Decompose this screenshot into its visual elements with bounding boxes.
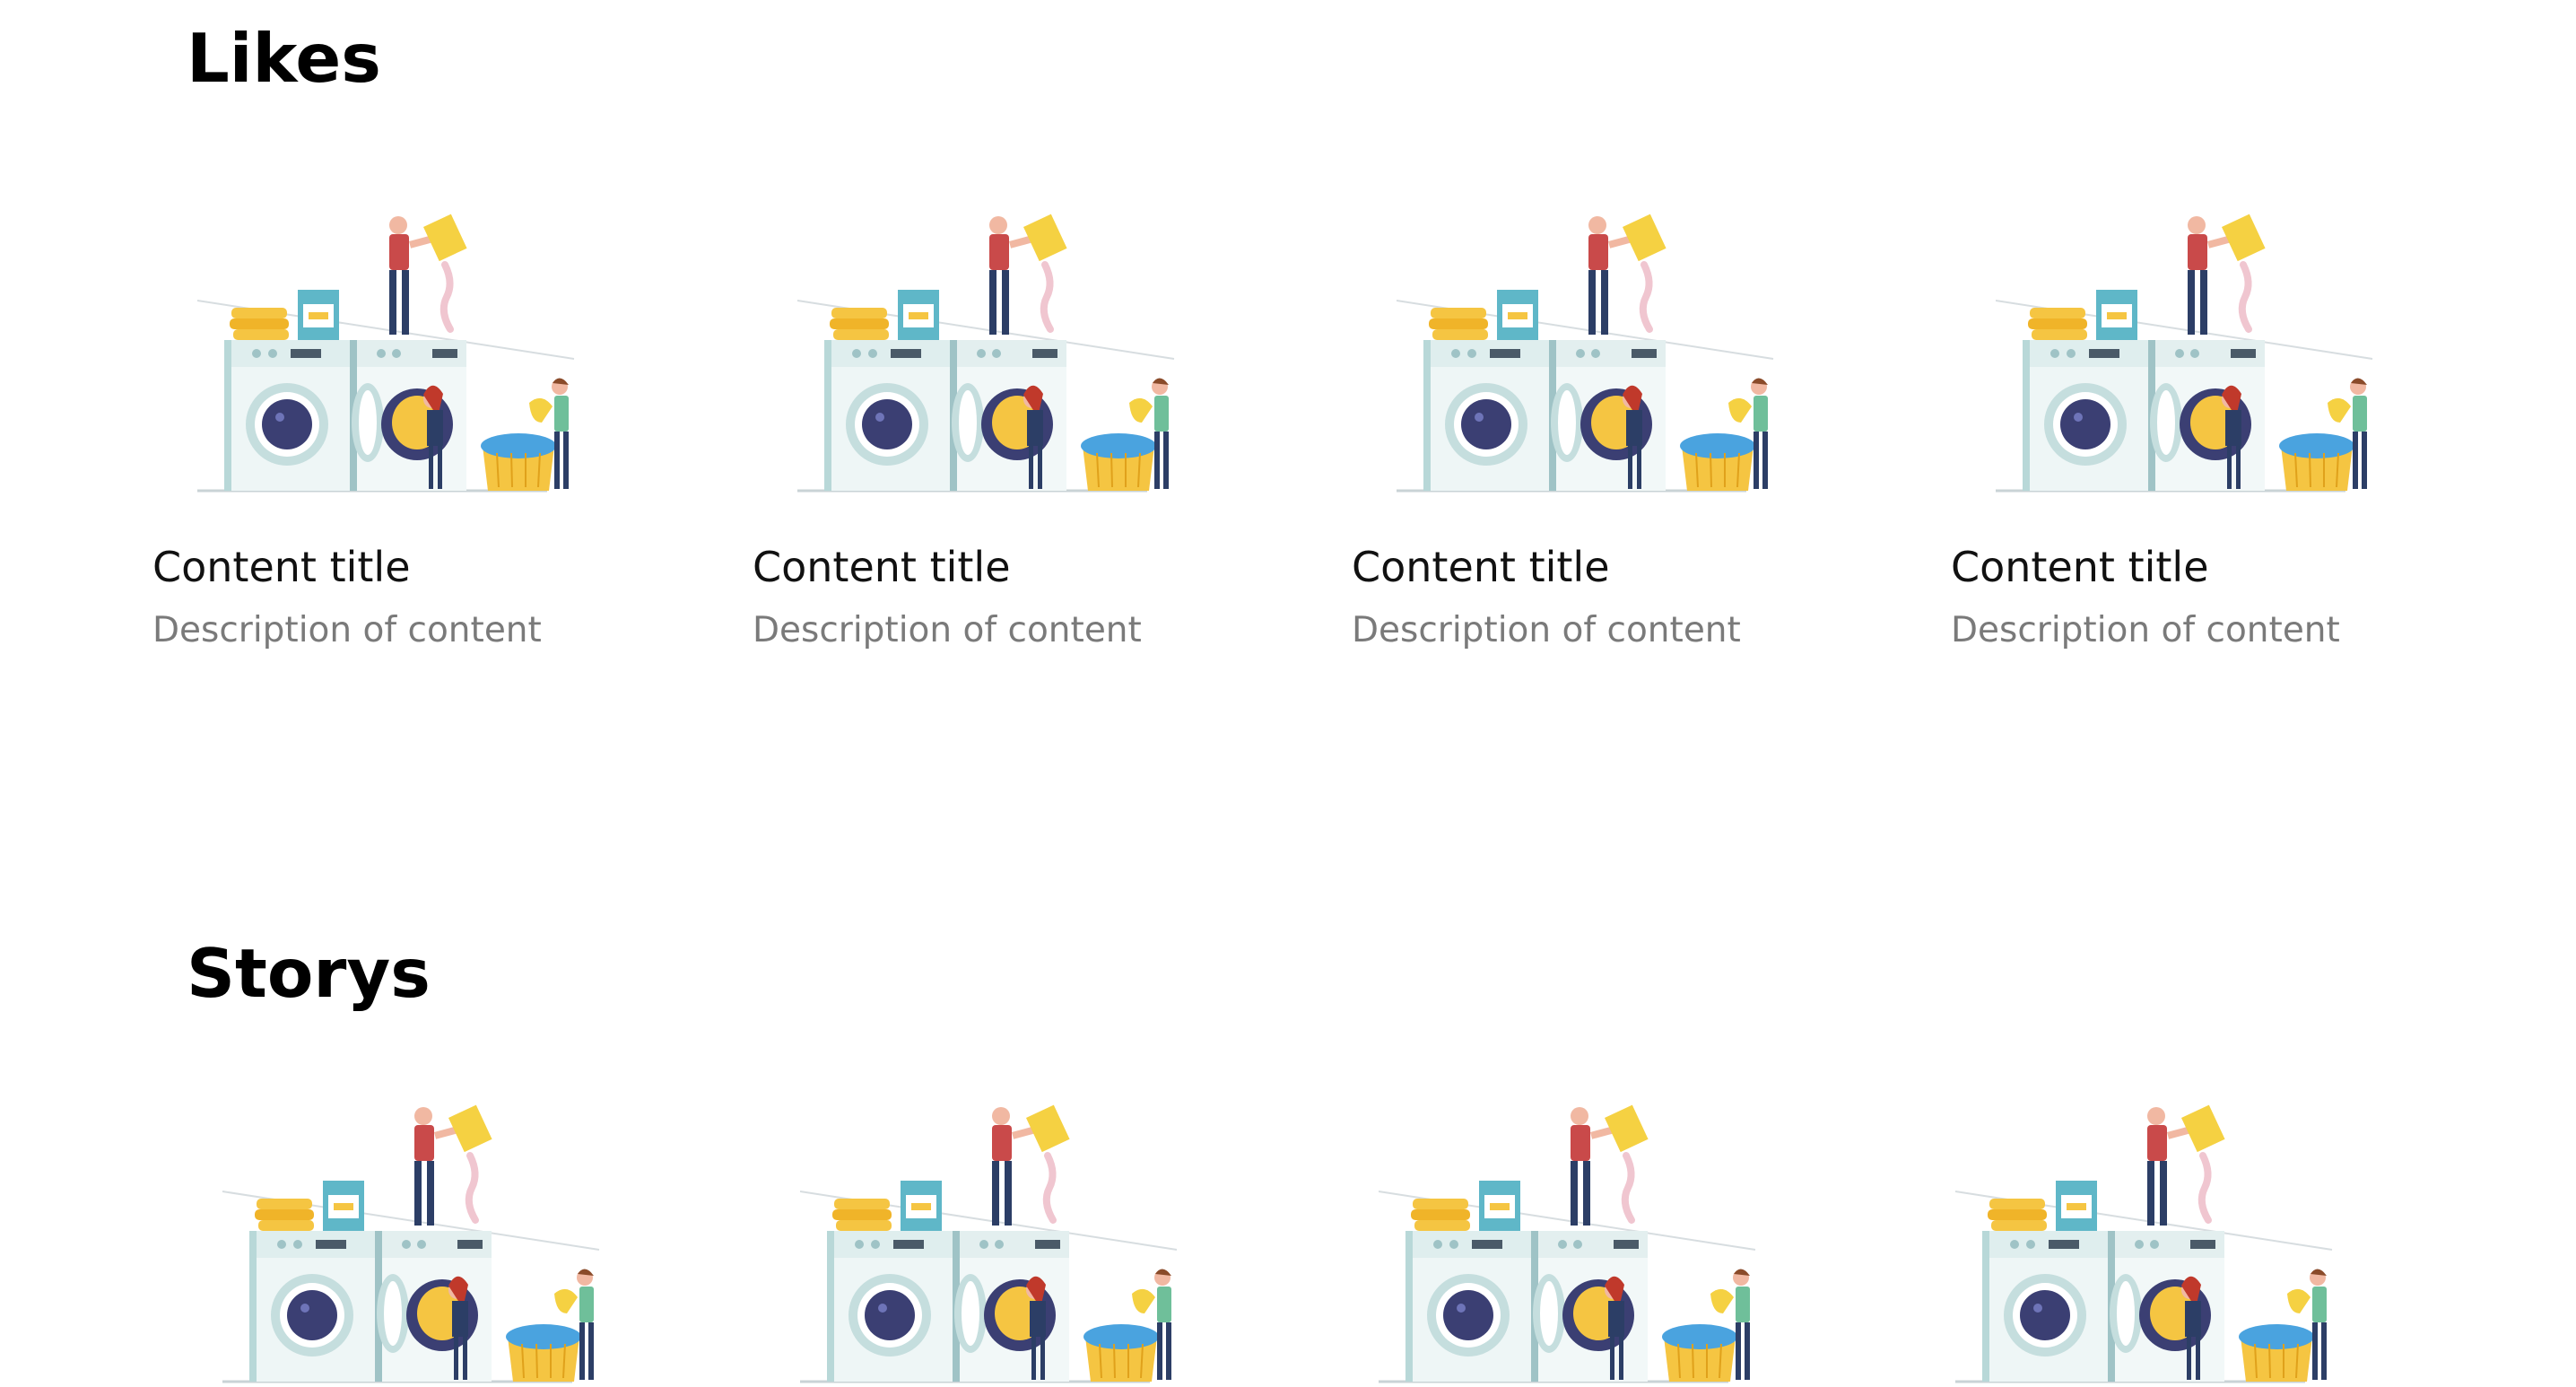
card-description: Description of content [1951, 610, 2340, 650]
card-description: Description of content [753, 610, 1142, 650]
laundry-illustration [1379, 1102, 1773, 1387]
card-description: Description of content [152, 610, 542, 650]
laundry-illustration [197, 211, 592, 498]
page: Likes Content title Description of conte… [0, 0, 2576, 1387]
laundry-illustration [1996, 211, 2390, 498]
card-title: Content title [1352, 543, 1610, 591]
card-title: Content title [1951, 543, 2209, 591]
card-description: Description of content [1352, 610, 1741, 650]
card-title: Content title [753, 543, 1011, 591]
card-title: Content title [152, 543, 411, 591]
laundry-illustration [222, 1102, 617, 1387]
laundry-illustration [797, 211, 1192, 498]
likes-section-title: Likes [187, 19, 381, 98]
laundry-illustration [1397, 211, 1791, 498]
laundry-illustration [1955, 1102, 2350, 1387]
laundry-illustration [800, 1102, 1195, 1387]
storys-section-title: Storys [187, 934, 431, 1013]
